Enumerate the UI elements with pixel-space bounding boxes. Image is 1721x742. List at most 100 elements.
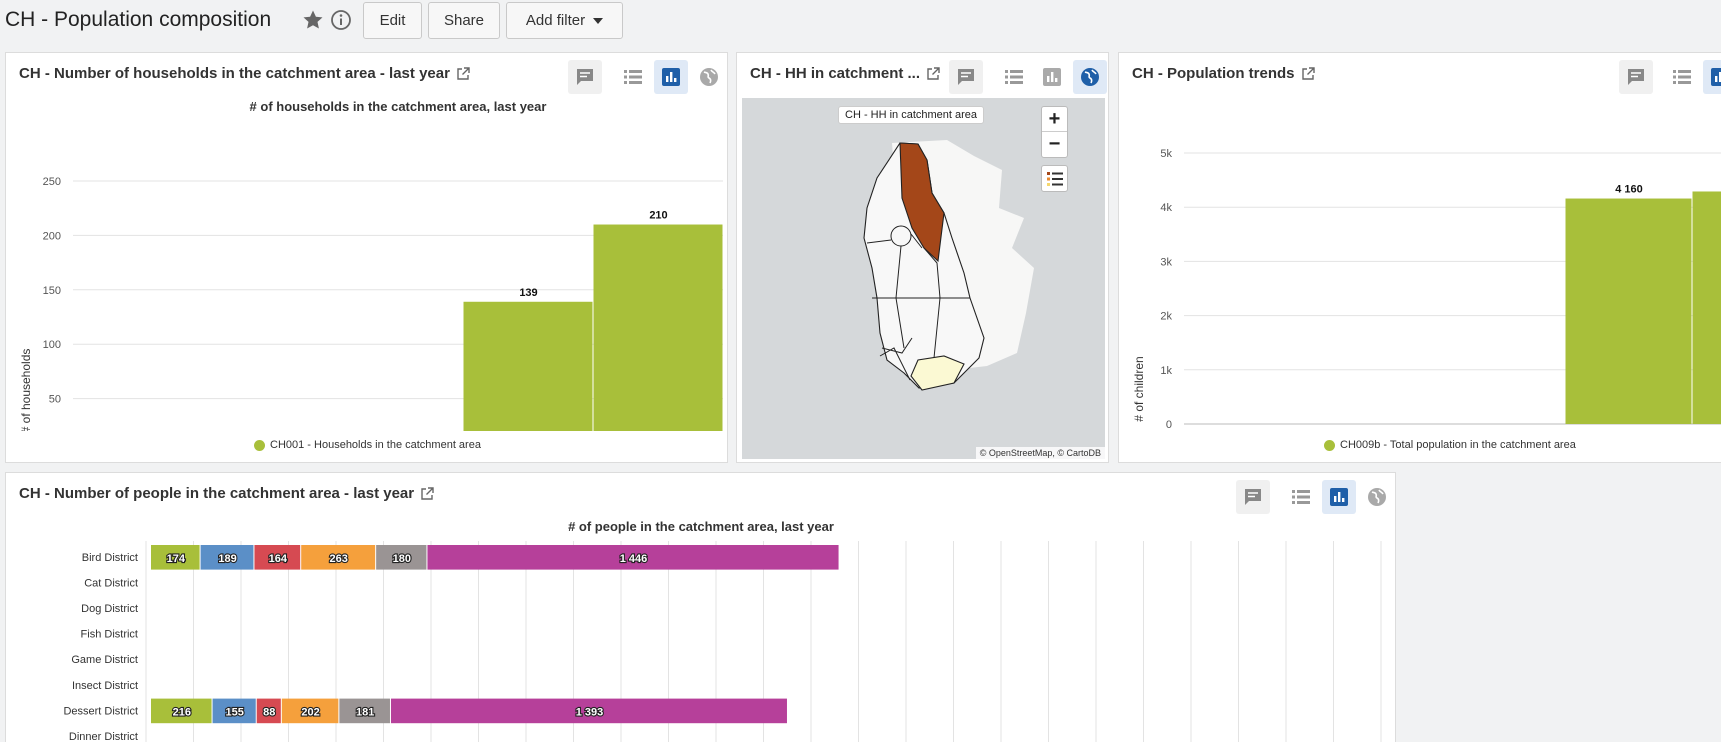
households-title-text: CH - Number of households in the catchme… [19, 65, 450, 82]
y-tick-label: Bird District [82, 552, 138, 564]
caret-down-icon [593, 17, 604, 24]
data-label: 88 [263, 706, 275, 718]
globe-icon [1081, 68, 1099, 86]
y-tick-label: 200 [43, 230, 61, 242]
external-link-icon[interactable] [420, 486, 434, 501]
bar [1565, 198, 1692, 424]
external-link-icon[interactable] [456, 66, 470, 81]
households-legend: CH001 - Households in the catchment area [254, 439, 481, 451]
data-label: 155 [225, 706, 243, 718]
y-tick-label: 150 [43, 285, 61, 297]
comment-icon [1245, 489, 1261, 505]
trends-chart: 01k2k3k4k5k201620172018201920204 1604 29… [1132, 148, 1721, 431]
households-panel: CH - Number of households in the catchme… [5, 52, 728, 463]
list-icon [1005, 70, 1023, 84]
y-tick-label: Cat District [84, 577, 138, 589]
trends-panel-title: CH - Population trends [1132, 65, 1315, 82]
households-panel-title: CH - Number of households in the catchme… [19, 65, 470, 82]
y-tick-label: 1k [1160, 365, 1172, 377]
region-south [910, 355, 965, 391]
y-tick-label: 50 [49, 394, 61, 406]
table-view-button[interactable] [1665, 60, 1699, 94]
table-view-button[interactable] [616, 60, 650, 94]
legend-toggle-button[interactable] [1041, 165, 1068, 192]
globe-icon [700, 68, 718, 86]
comment-button[interactable] [568, 60, 602, 94]
map-canvas[interactable]: CH - HH in catchment area + − © OpenStre… [742, 98, 1105, 459]
y-axis-title: # of children [1132, 356, 1146, 421]
table-view-button[interactable] [997, 60, 1031, 94]
chart-view-button[interactable] [654, 60, 688, 94]
y-tick-label: Dinner District [69, 731, 138, 742]
households-chart: # of households in the catchment area, l… [19, 99, 723, 431]
data-label: 1 446 [620, 553, 648, 565]
y-tick-label: Fish District [81, 629, 138, 641]
add-filter-label: Add filter [525, 12, 586, 29]
globe-icon [1368, 488, 1386, 506]
y-tick-label: 0 [1166, 419, 1172, 431]
chart-title: # of people in the catchment area, last … [568, 519, 834, 534]
trends-legend: CH009b - Total population in the catchme… [1324, 439, 1576, 451]
map-panel-title: CH - HH in catchment ... [750, 65, 940, 82]
people-panel: CH - Number of people in the catchment a… [5, 472, 1396, 742]
data-label: 181 [356, 706, 374, 718]
map-view-button[interactable] [1073, 60, 1107, 94]
zoom-in-button[interactable]: + [1042, 107, 1067, 132]
data-label: 174 [167, 553, 186, 565]
legend-label[interactable]: CH009b - Total population in the catchme… [1340, 439, 1576, 451]
add-filter-button[interactable]: Add filter [506, 2, 623, 39]
map-attribution: © OpenStreetMap, © CartoDB [975, 447, 1105, 459]
bar [593, 224, 723, 431]
map-tooltip: CH - HH in catchment area [838, 106, 985, 124]
share-button[interactable]: Share [428, 2, 500, 39]
data-label: 263 [329, 553, 347, 565]
chart-view-button[interactable] [1322, 480, 1356, 514]
info-icon[interactable] [330, 9, 352, 31]
legend-label[interactable]: CH001 - Households in the catchment area [270, 439, 481, 451]
chart-view-button[interactable] [1035, 60, 1069, 94]
legend-dot [254, 439, 265, 451]
comment-button[interactable] [1236, 480, 1270, 514]
legend-icon [1046, 171, 1063, 186]
map-view-button[interactable] [692, 60, 726, 94]
zoom-control: + − [1041, 106, 1068, 158]
table-view-button[interactable] [1284, 480, 1318, 514]
edit-button-label: Edit [379, 12, 406, 29]
comment-icon [1628, 69, 1644, 85]
bar [463, 301, 593, 431]
comment-button[interactable] [949, 60, 983, 94]
dashboard-header: CH - Population composition Edit Share A… [0, 0, 1721, 44]
list-icon [1673, 70, 1691, 84]
comment-icon [958, 69, 974, 85]
page-title: CH - Population composition [5, 8, 272, 31]
y-tick-label: Game District [71, 654, 138, 666]
zoom-out-button[interactable]: − [1042, 132, 1067, 157]
y-tick-label: Dog District [81, 603, 138, 615]
data-label: 180 [393, 553, 411, 565]
y-tick-label: 2k [1160, 311, 1172, 323]
y-tick-label: 100 [43, 339, 61, 351]
map-title-text: CH - HH in catchment ... [750, 65, 921, 82]
external-link-icon[interactable] [926, 66, 940, 81]
trends-title-text: CH - Population trends [1132, 65, 1295, 82]
external-link-icon[interactable] [1301, 66, 1315, 81]
star-icon[interactable] [301, 8, 325, 32]
map-panel: CH - HH in catchment ... CH - HH in catc… [736, 52, 1109, 463]
map-view-button[interactable] [1360, 480, 1394, 514]
y-tick-label: Insect District [72, 680, 138, 692]
chart-view-button[interactable] [1703, 60, 1721, 94]
edit-button[interactable]: Edit [363, 2, 422, 39]
legend-dot [1324, 439, 1335, 451]
data-label: 164 [269, 553, 288, 565]
bar-chart-icon [662, 68, 680, 86]
y-tick-label: 5k [1160, 148, 1172, 160]
share-button-label: Share [443, 12, 485, 29]
data-label: 216 [173, 706, 191, 718]
data-label: 210 [649, 210, 667, 222]
people-title-text: CH - Number of people in the catchment a… [19, 485, 415, 502]
y-tick-label: 3k [1160, 256, 1172, 268]
comment-button[interactable] [1619, 60, 1653, 94]
data-label: 189 [218, 553, 236, 565]
trends-panel: CH - Population trends 01k2k3k4k5k201620… [1118, 52, 1721, 463]
y-tick-label: 4k [1160, 202, 1172, 214]
